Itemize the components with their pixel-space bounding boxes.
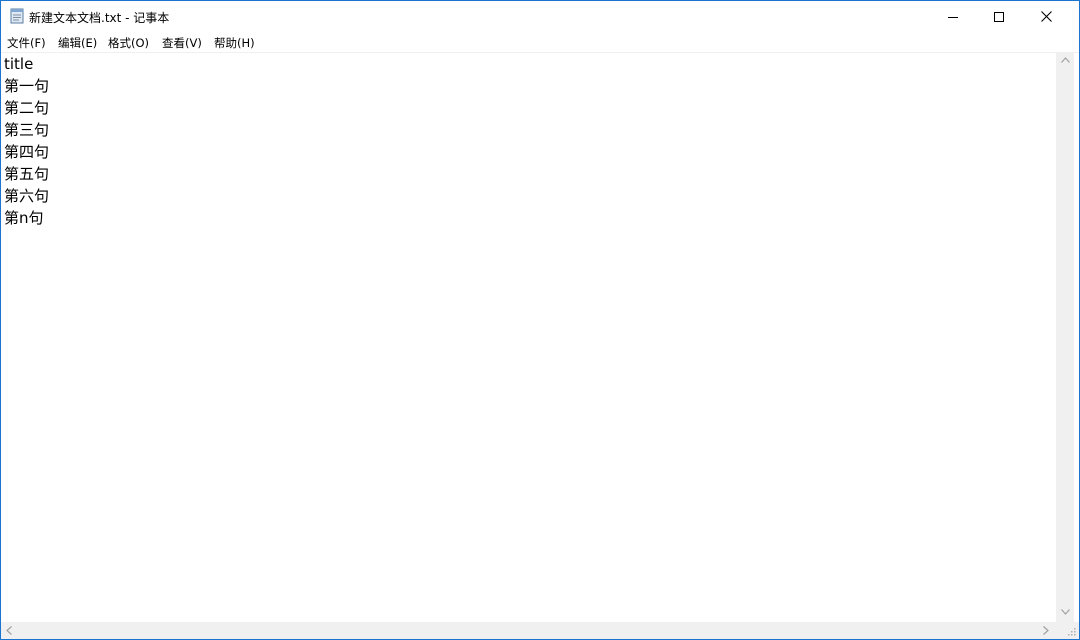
menu-file[interactable]: 文件(F) bbox=[7, 35, 46, 51]
close-icon bbox=[1040, 11, 1052, 22]
close-button[interactable] bbox=[1023, 1, 1069, 32]
menu-bar: 文件(F) 编辑(E) 格式(O) 查看(V) 帮助(H) bbox=[1, 32, 1079, 53]
maximize-button[interactable] bbox=[976, 1, 1022, 32]
resize-grip-icon bbox=[1068, 628, 1076, 636]
text-line: 第二句 bbox=[4, 99, 50, 117]
minimize-button[interactable] bbox=[930, 1, 976, 32]
scroll-left-icon[interactable] bbox=[6, 626, 12, 635]
notepad-window: 新建文本文档.txt - 记事本 文件(F) 编辑(E) 格式(O) 查看(V)… bbox=[0, 0, 1080, 640]
text-editor[interactable]: title 第一句 第二句 第三句 第四句 第五句 第六句 第n句 bbox=[1, 53, 1056, 622]
text-line: 第三句 bbox=[4, 121, 50, 139]
minimize-icon bbox=[948, 16, 958, 18]
text-line: 第n句 bbox=[4, 209, 44, 227]
notepad-icon[interactable] bbox=[10, 8, 24, 24]
size-grip[interactable] bbox=[1056, 622, 1079, 639]
scroll-up-icon[interactable] bbox=[1061, 57, 1070, 63]
text-line: 第四句 bbox=[4, 143, 50, 161]
horizontal-scrollbar[interactable] bbox=[1, 622, 1056, 639]
text-line: 第六句 bbox=[4, 187, 50, 205]
text-line: 第一句 bbox=[4, 77, 50, 95]
scroll-down-icon[interactable] bbox=[1061, 609, 1070, 615]
text-line: title bbox=[4, 55, 34, 73]
text-line: 第五句 bbox=[4, 165, 50, 183]
maximize-icon bbox=[994, 11, 1004, 22]
menu-edit[interactable]: 编辑(E) bbox=[58, 35, 97, 51]
window-title: 新建文本文档.txt - 记事本 bbox=[29, 11, 170, 25]
menu-help[interactable]: 帮助(H) bbox=[214, 35, 255, 51]
title-bar[interactable]: 新建文本文档.txt - 记事本 bbox=[1, 1, 1079, 32]
menu-view[interactable]: 查看(V) bbox=[162, 35, 202, 51]
menu-format[interactable]: 格式(O) bbox=[108, 35, 149, 51]
scroll-right-icon[interactable] bbox=[1043, 626, 1049, 635]
vertical-scrollbar[interactable] bbox=[1056, 53, 1074, 622]
